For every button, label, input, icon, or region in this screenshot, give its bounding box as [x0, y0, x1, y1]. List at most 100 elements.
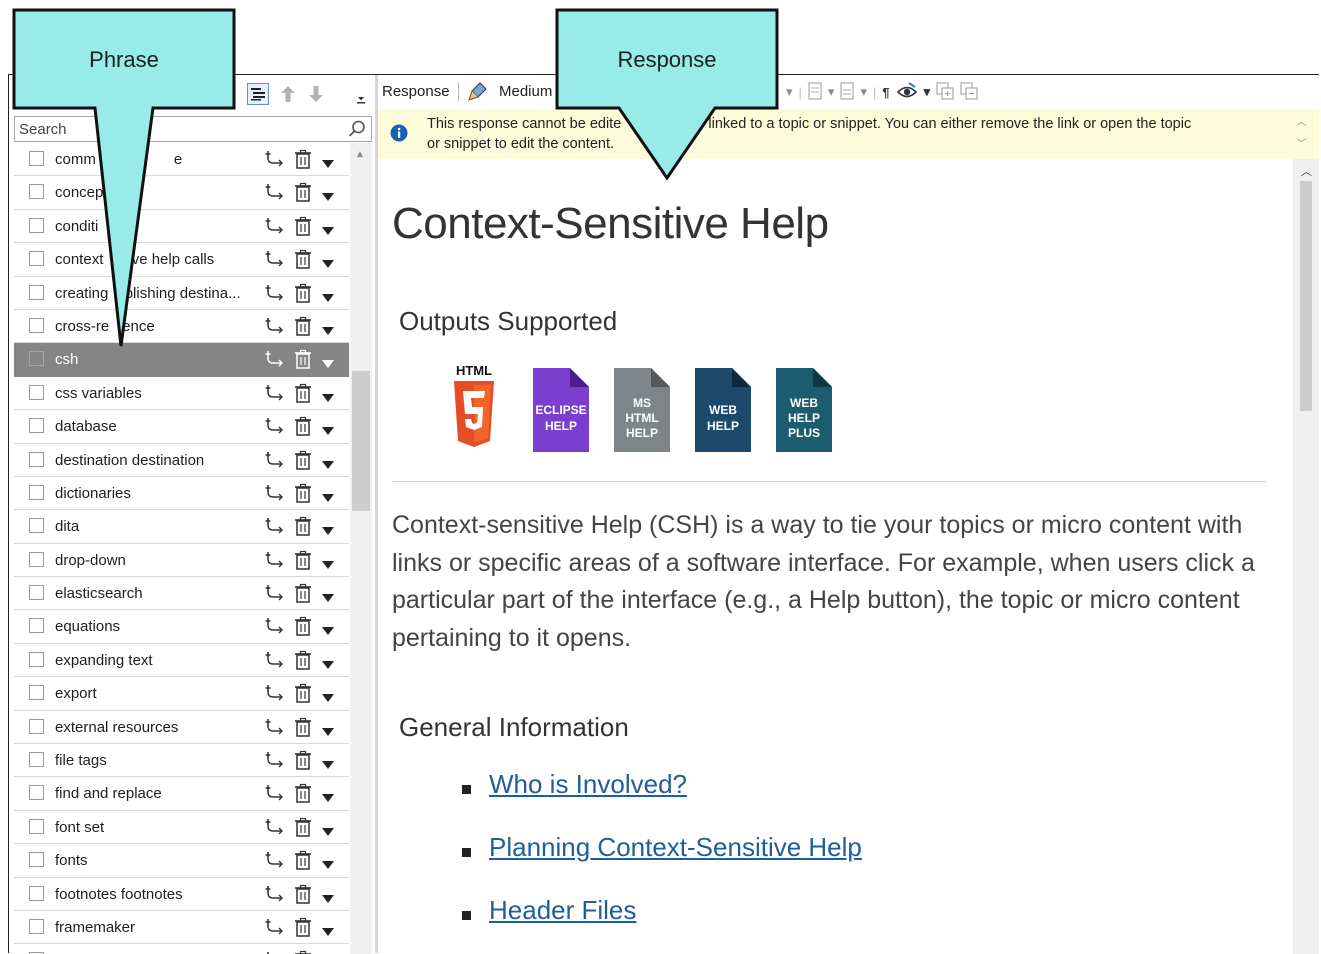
dropdown-arrow-icon[interactable]: [322, 856, 334, 870]
link-header-files[interactable]: Header Files: [489, 895, 636, 926]
phrase-row[interactable]: context sitive help calls: [14, 243, 349, 277]
trash-icon[interactable]: [292, 249, 314, 269]
phrase-row[interactable]: drop-down: [14, 544, 349, 578]
link-icon[interactable]: [264, 650, 286, 670]
trash-icon[interactable]: [292, 149, 314, 169]
phrase-row[interactable]: font set: [14, 811, 349, 845]
link-icon[interactable]: [264, 850, 286, 870]
phrase-checkbox[interactable]: [29, 418, 44, 434]
phrase-checkbox[interactable]: [29, 651, 44, 667]
phrase-row[interactable]: elasticsearch: [14, 577, 349, 611]
phrase-row[interactable]: find and replace: [14, 777, 349, 811]
link-icon[interactable]: [264, 216, 286, 236]
phrase-checkbox[interactable]: [29, 484, 44, 500]
phrase-row[interactable]: conditi: [14, 210, 349, 244]
link-who-is-involved[interactable]: Who is Involved?: [489, 769, 687, 800]
phrase-checkbox[interactable]: [29, 618, 44, 634]
phrase-checkbox[interactable]: [29, 184, 44, 200]
dropdown-arrow-icon[interactable]: [322, 422, 334, 436]
link-icon[interactable]: [264, 884, 286, 904]
phrase-row[interactable]: concep: [14, 176, 349, 210]
trash-icon[interactable]: [292, 283, 314, 303]
dropdown-arrow-icon[interactable]: [322, 389, 334, 402]
trash-icon[interactable]: [292, 416, 314, 436]
phrase-row[interactable]: external resources: [14, 711, 349, 745]
phrase-row[interactable]: framemaker: [14, 911, 349, 945]
phrase-row[interactable]: database: [14, 410, 349, 444]
link-planning-csh[interactable]: Planning Context-Sensitive Help: [489, 832, 862, 863]
trash-icon[interactable]: [292, 182, 314, 203]
scrollbar-thumb[interactable]: [1300, 181, 1312, 411]
link-icon[interactable]: [264, 783, 286, 803]
phrase-row[interactable]: csh: [14, 343, 349, 377]
trash-icon[interactable]: [292, 850, 314, 870]
link-icon[interactable]: [264, 750, 286, 770]
link-icon[interactable]: [264, 616, 286, 636]
insert-text-icon[interactable]: [840, 82, 854, 103]
link-icon[interactable]: [264, 349, 286, 369]
trash-icon[interactable]: [292, 650, 314, 670]
layout-toggle-button[interactable]: [247, 83, 269, 105]
dropdown-arrow-icon[interactable]: [322, 723, 334, 736]
dropdown-arrow-icon[interactable]: [322, 456, 334, 469]
trash-icon[interactable]: [292, 950, 314, 954]
link-icon[interactable]: [264, 149, 286, 169]
phrase-checkbox[interactable]: [29, 718, 44, 734]
trash-icon[interactable]: [292, 383, 314, 403]
dropdown-arrow-icon[interactable]: [322, 823, 334, 836]
link-icon[interactable]: [264, 516, 286, 536]
trash-icon[interactable]: [292, 216, 314, 236]
trash-icon[interactable]: [292, 683, 314, 703]
dropdown-arrow-icon[interactable]: [322, 289, 334, 302]
insert-footer-icon[interactable]: [808, 82, 822, 103]
link-icon[interactable]: [264, 182, 286, 202]
search-icon[interactable]: [347, 119, 367, 139]
content-scrollbar[interactable]: ︿: [1293, 159, 1319, 954]
phrase-checkbox[interactable]: [29, 251, 44, 267]
link-icon[interactable]: [264, 283, 286, 303]
dropdown-arrow-icon[interactable]: [322, 355, 334, 369]
link-icon[interactable]: [264, 717, 286, 737]
dropdown-arrow-icon[interactable]: [322, 589, 334, 603]
phrase-checkbox[interactable]: [29, 317, 44, 333]
dropdown-arrow-icon[interactable]: ▾: [924, 84, 931, 100]
phrase-checkbox[interactable]: [29, 852, 44, 868]
format-brush-icon[interactable]: [466, 80, 490, 104]
link-icon[interactable]: [264, 416, 286, 436]
phrase-checkbox[interactable]: [29, 351, 44, 367]
phrase-row[interactable]: dita: [14, 510, 349, 544]
dropdown-arrow-icon[interactable]: [322, 322, 334, 335]
dropdown-arrow-icon[interactable]: [322, 923, 334, 936]
phrase-checkbox[interactable]: [29, 217, 44, 233]
pilcrow-icon[interactable]: ¶: [882, 85, 889, 100]
phrase-checkbox[interactable]: [29, 518, 44, 534]
dropdown-arrow-icon[interactable]: [322, 556, 334, 569]
link-icon[interactable]: [264, 483, 286, 503]
trash-icon[interactable]: [292, 717, 314, 737]
link-icon[interactable]: [264, 950, 286, 954]
dropdown-arrow-icon[interactable]: [322, 756, 334, 770]
trash-icon[interactable]: [292, 917, 314, 937]
phrase-checkbox[interactable]: [29, 585, 44, 601]
link-icon[interactable]: [264, 550, 286, 570]
trash-icon[interactable]: [292, 884, 314, 904]
move-down-button[interactable]: [305, 83, 327, 105]
dropdown-arrow-icon[interactable]: ▾: [828, 84, 835, 100]
search-input[interactable]: [15, 117, 339, 141]
trash-icon[interactable]: [292, 316, 314, 336]
phrase-checkbox[interactable]: [29, 384, 44, 400]
move-up-button[interactable]: [277, 83, 299, 105]
trash-icon[interactable]: [292, 450, 314, 470]
phrase-checkbox[interactable]: [29, 818, 44, 834]
notice-scroll-down-icon[interactable]: ﹀: [1296, 135, 1307, 151]
phrase-row[interactable]: creating ublishing destina...: [14, 277, 349, 310]
scroll-up-icon[interactable]: ︿: [1301, 163, 1312, 179]
link-icon[interactable]: [264, 917, 286, 937]
dropdown-arrow-icon[interactable]: [322, 890, 334, 903]
link-icon[interactable]: [264, 683, 286, 703]
trash-icon[interactable]: [292, 516, 314, 537]
phrase-row[interactable]: expanding text: [14, 644, 349, 678]
toolbar-overflow-icon[interactable]: [355, 89, 367, 111]
dropdown-arrow-icon[interactable]: [322, 155, 334, 168]
trash-icon[interactable]: [292, 583, 314, 603]
